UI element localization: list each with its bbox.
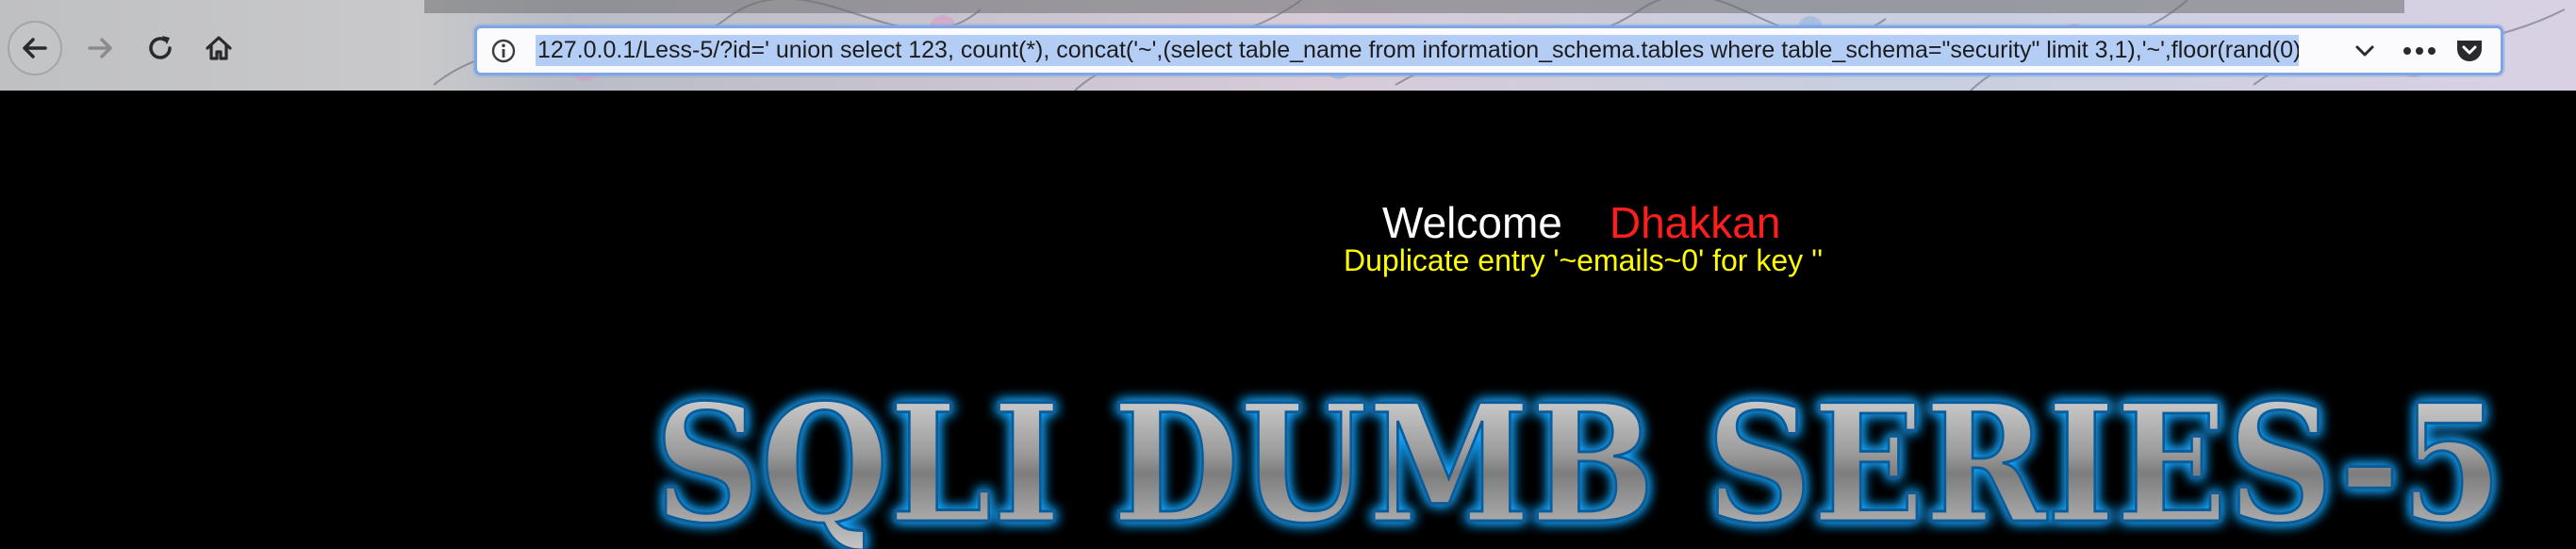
forward-button[interactable]	[73, 21, 127, 75]
error-message: Duplicate entry '~emails~0' for key ''	[1344, 243, 1824, 277]
forward-arrow-icon	[88, 38, 112, 58]
banner-title: SQLI DUMB SERIES-5	[654, 368, 2502, 549]
url-dropdown-button[interactable]	[2350, 37, 2380, 65]
home-button[interactable]	[191, 21, 246, 75]
back-button[interactable]	[8, 21, 62, 75]
theme-strip	[424, 0, 2404, 13]
pocket-icon	[2457, 41, 2482, 61]
reload-button[interactable]	[133, 21, 188, 75]
title-banner: SQLI DUMB SERIES-5	[653, 367, 2504, 549]
reload-icon	[149, 36, 172, 59]
info-icon[interactable]	[490, 38, 517, 64]
more-horizontal-icon	[2403, 47, 2436, 55]
url-selection: 127.0.0.1/Less-5/?id=' union select 123,…	[536, 35, 2299, 66]
back-arrow-icon	[23, 38, 47, 58]
page-content: Welcome Dhakkan Duplicate entry '~emails~…	[0, 91, 2576, 549]
chevron-down-icon	[2355, 45, 2374, 57]
address-bar[interactable]: 127.0.0.1/Less-5/?id=' union select 123,…	[474, 25, 2503, 75]
home-icon	[206, 36, 232, 60]
page-actions-button[interactable]	[2401, 37, 2438, 65]
url-text[interactable]: 127.0.0.1/Less-5/?id=' union select 123,…	[536, 34, 2299, 67]
pocket-button[interactable]	[2453, 37, 2485, 65]
browser-toolbar: 127.0.0.1/Less-5/?id=' union select 123,…	[0, 0, 2576, 91]
